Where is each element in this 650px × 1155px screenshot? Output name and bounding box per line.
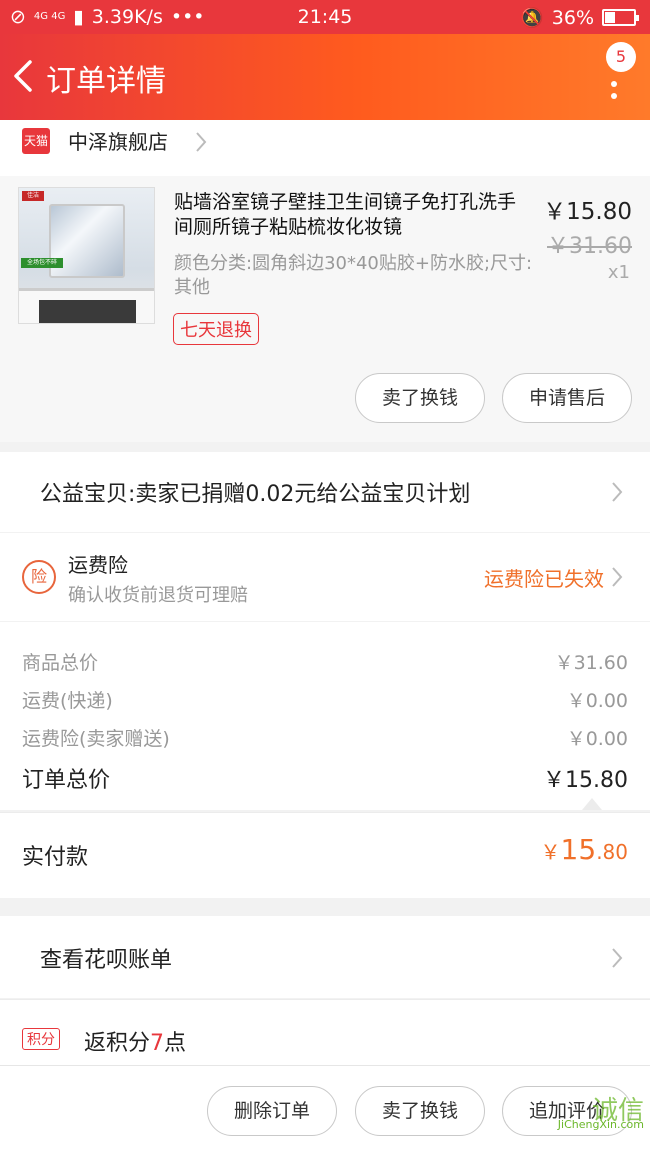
points-prefix: 返积分 (84, 1031, 151, 1056)
battery-icon (602, 9, 639, 26)
product-quantity: x1 (607, 262, 630, 283)
paid-integer: 15 (560, 833, 597, 866)
tmall-logo: 天猫 (22, 128, 50, 154)
cost-row: 运费(快递) ￥0.00 (22, 686, 628, 713)
cost-label: 运费险(卖家赠送) (22, 728, 170, 750)
chevron-right-icon (196, 132, 207, 152)
cost-value: ￥31.60 (554, 652, 628, 674)
chevron-right-icon (612, 567, 623, 587)
caret-up-icon (582, 798, 602, 810)
insurance-icon: 险 (22, 560, 56, 594)
paid-amount: ￥15.80 (541, 833, 628, 866)
order-total-label: 订单总价 (22, 768, 111, 793)
cost-row: 商品总价 ￥31.60 (22, 648, 628, 675)
huabei-text: 查看花呗账单 (40, 948, 173, 973)
insurance-status: 运费险已失效 (484, 567, 604, 591)
product-title[interactable]: 贴墙浴室镜子壁挂卫生间镜子免打孔洗手间厕所镜子粘贴梳妆化妆镜 (174, 190, 526, 240)
cost-label: 商品总价 (22, 652, 99, 674)
battery-fill (605, 12, 616, 23)
insurance-title: 运费险 (68, 553, 128, 577)
status-bar: ⊘ 4G 4G ▮ 3.39K/s ••• 21:45 🔕 36% (0, 0, 650, 34)
cost-label: 运费(快递) (22, 690, 113, 712)
chevron-right-icon (612, 482, 623, 502)
delete-order-button[interactable]: 删除订单 (207, 1086, 337, 1136)
original-price: ￥31.60 (547, 234, 632, 259)
points-number: 7 (150, 1031, 165, 1056)
watermark: 诚信 JiChengXin.com (558, 1096, 644, 1132)
chevron-left-icon[interactable] (10, 56, 40, 96)
huabei-bill-row[interactable]: 查看花呗账单 (0, 916, 650, 998)
cost-value: ￥0.00 (566, 690, 628, 712)
resell-button[interactable]: 卖了换钱 (355, 1086, 485, 1136)
cost-summary: 商品总价 ￥31.60 运费(快递) ￥0.00 运费险(卖家赠送) ￥0.00… (0, 622, 650, 810)
resell-button[interactable]: 卖了换钱 (355, 373, 485, 423)
product-thumbnail[interactable]: 佳洁 全场包不碎 (18, 187, 155, 324)
mute-icon: 🔕 (520, 7, 544, 29)
bottom-action-bar: 删除订单 卖了换钱 追加评价 诚信 JiChengXin.com (0, 1065, 650, 1155)
thumb-tag: 全场包不碎 (21, 258, 63, 268)
cost-row: 运费险(卖家赠送) ￥0.00 (22, 724, 628, 751)
cost-value: ￥0.00 (566, 728, 628, 750)
order-total-row: 订单总价 ￥15.80 (22, 762, 628, 794)
after-sale-button[interactable]: 申请售后 (502, 373, 632, 423)
return-policy-badge: 七天退换 (173, 313, 259, 345)
shop-row[interactable]: 天猫 中泽旗舰店 (0, 120, 650, 176)
points-suffix: 点 (164, 1031, 187, 1056)
message-badge[interactable]: 5 (606, 42, 636, 72)
shop-name[interactable]: 中泽旗舰店 (68, 126, 168, 155)
charity-row[interactable]: 公益宝贝:卖家已捐赠0.02元给公益宝贝计划 (0, 452, 650, 532)
shipping-insurance-row[interactable]: 险 运费险 确认收货前退货可理赔 运费险已失效 (0, 533, 650, 621)
paid-row: 实付款 ￥15.80 (0, 812, 650, 898)
product-sku: 颜色分类:圆角斜边30*40贴胶+防水胶;尺寸:其他 (174, 253, 533, 298)
chevron-right-icon (612, 948, 623, 968)
nav-bar: 订单详情 5 (0, 34, 650, 120)
points-tag: 积分 (22, 1028, 60, 1050)
paid-currency: ￥ (540, 840, 561, 864)
insurance-subtitle: 确认收货前退货可理赔 (68, 585, 248, 606)
page-title: 订单详情 (46, 64, 166, 99)
points-text: 返积分7点 (84, 1025, 186, 1057)
order-item: 佳洁 全场包不碎 贴墙浴室镜子壁挂卫生间镜子免打孔洗手间厕所镜子粘贴梳妆化妆镜 … (0, 176, 650, 442)
charity-text: 公益宝贝:卖家已捐赠0.02元给公益宝贝计划 (40, 482, 471, 507)
paid-decimal: .80 (596, 840, 628, 864)
paid-label: 实付款 (22, 845, 89, 870)
thumb-brand-logo: 佳洁 (22, 191, 44, 201)
status-right: 🔕 36% (520, 6, 639, 29)
battery-percent: 36% (551, 6, 594, 29)
order-total-value: ￥15.80 (543, 768, 628, 793)
points-row: 积分 返积分7点 (0, 999, 650, 1065)
thumb-cabinet (39, 300, 136, 323)
product-price: ￥15.80 (543, 199, 632, 225)
watermark-text: 诚信 (591, 1096, 644, 1126)
